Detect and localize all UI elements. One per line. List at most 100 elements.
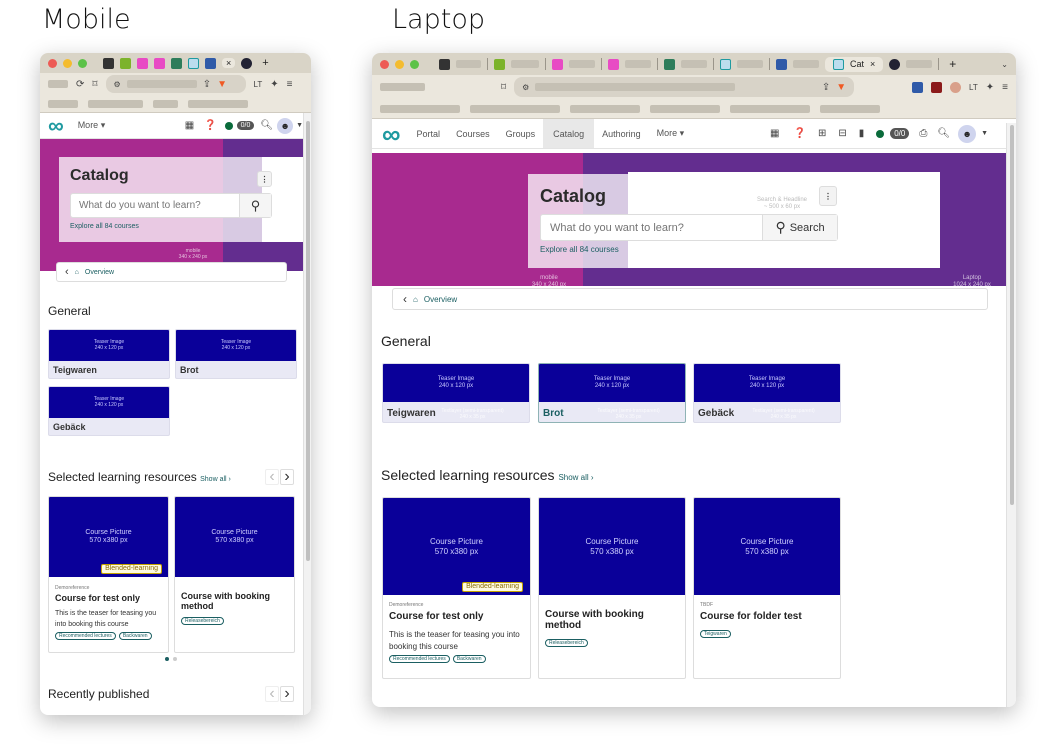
tab-favicon-icon[interactable] (241, 57, 253, 69)
tab-favicon-icon[interactable] (776, 58, 787, 70)
search-icon[interactable]: 🔍︎ (937, 128, 950, 139)
zoom-window-icon[interactable] (78, 58, 87, 68)
search-input[interactable] (541, 215, 762, 240)
breadcrumb-overview[interactable]: Overview (85, 269, 114, 276)
course-card[interactable]: Course Picture 570 x380 px TBDF Course fo… (693, 497, 841, 679)
course-tag[interactable]: Backwaren (118, 632, 152, 640)
show-all-link[interactable]: Show all › (200, 476, 231, 483)
tab-favicon-icon[interactable] (552, 58, 563, 70)
nav-portal[interactable]: Portal (409, 119, 449, 148)
nav-more[interactable]: More ▾ (649, 119, 693, 148)
active-tab-close-icon[interactable]: × (222, 58, 236, 68)
tab-favicon-icon[interactable] (720, 58, 731, 70)
carousel-prev-button[interactable]: ‹ (265, 685, 279, 702)
course-card[interactable]: Course Picture 570 x380 px Course with bo… (174, 496, 295, 653)
layout-icon[interactable]: ⊟ (838, 128, 846, 139)
tab-favicon-icon[interactable] (171, 57, 182, 69)
course-tag[interactable]: Releasebereich (545, 639, 588, 647)
tab-favicon-icon[interactable] (664, 58, 675, 70)
new-tab-button[interactable]: + (949, 57, 956, 71)
course-card[interactable]: Course Picture 570 x380 px Blended-learni… (48, 496, 169, 653)
puzzle-icon[interactable]: ✦ (986, 82, 994, 93)
share-icon[interactable]: ⇪ (203, 79, 211, 90)
scrollbar[interactable] (303, 113, 311, 715)
brave-shield-icon[interactable]: ▼ (217, 79, 227, 90)
extension-icon[interactable] (950, 81, 962, 93)
close-window-icon[interactable] (48, 58, 57, 68)
counter-badge[interactable]: 0/0 (890, 128, 910, 139)
extension-icon[interactable]: LT (254, 80, 263, 89)
url-field[interactable]: ⚙ ⇪ ▼ (514, 77, 855, 97)
grid-icon[interactable]: ⊞ (818, 128, 826, 139)
tab-favicon-icon[interactable] (188, 57, 199, 69)
nav-groups[interactable]: Groups (498, 119, 544, 148)
tab-close-icon[interactable]: × (870, 59, 875, 69)
category-card[interactable]: Teaser Image 240 x 120 px Textlayer (semi… (382, 363, 530, 423)
menu-icon[interactable]: ≡ (287, 79, 293, 90)
chevron-down-icon[interactable]: ▼ (981, 130, 988, 137)
search-button[interactable]: ⚲ (239, 194, 271, 217)
tab-favicon-icon[interactable] (137, 57, 148, 69)
more-options-button[interactable]: ⋮ (257, 171, 272, 187)
tab-favicon-icon[interactable] (889, 58, 901, 70)
tab-favicon-icon[interactable] (120, 57, 131, 69)
share-icon[interactable]: ⇪ (822, 82, 830, 93)
category-card[interactable]: Teaser Image 240 x 120 px Textlayer (semi… (538, 363, 686, 423)
search-input[interactable] (71, 194, 239, 217)
category-card[interactable]: Teaser Image 240 x 120 px Textlayer (semi… (693, 363, 841, 423)
course-card[interactable]: Course Picture 570 x380 px Course with bo… (538, 497, 686, 679)
nav-catalog[interactable]: Catalog (543, 119, 595, 148)
carousel-dot[interactable] (173, 657, 177, 661)
counter-badge[interactable]: 0/0 (236, 121, 255, 130)
carousel-next-button[interactable]: › (280, 468, 294, 485)
close-window-icon[interactable] (380, 59, 389, 69)
bookmark-icon[interactable]: ⌑ (92, 79, 97, 90)
minimize-window-icon[interactable] (395, 59, 404, 69)
chevron-down-icon[interactable]: ▼ (296, 122, 303, 129)
menu-icon[interactable]: ≡ (1002, 82, 1008, 93)
zoom-window-icon[interactable] (410, 59, 419, 69)
logo-icon[interactable]: ∞ (382, 121, 401, 147)
print-icon[interactable]: ⎙ (919, 128, 927, 139)
category-card[interactable]: Teaser Image 240 x 120 px Teigwaren (48, 329, 170, 379)
nav-courses[interactable]: Courses (448, 119, 498, 148)
course-tag[interactable]: Backwaren (452, 655, 486, 663)
back-icon[interactable]: ‹ (403, 292, 407, 306)
search-button[interactable]: ⚲ Search (762, 215, 837, 240)
tab-favicon-icon[interactable] (608, 58, 619, 70)
nav-more[interactable]: More ▾ (70, 113, 114, 138)
reload-icon[interactable]: ⟳ (76, 79, 84, 90)
help-icon[interactable]: ❓ (793, 128, 805, 139)
breadcrumb-overview[interactable]: Overview (424, 295, 457, 304)
new-tab-button[interactable]: + (262, 57, 268, 69)
extension-icon[interactable]: LT (969, 83, 978, 92)
tab-favicon-icon[interactable] (205, 57, 216, 69)
scrollbar[interactable] (1006, 123, 1016, 707)
explore-all-link[interactable]: Explore all 84 courses (70, 223, 139, 230)
course-tag[interactable]: Recommended lectures (389, 655, 450, 663)
calendar-icon[interactable]: ▦ (185, 120, 194, 131)
course-tag[interactable]: Teigwaren (700, 630, 731, 638)
avatar[interactable]: ☻ (958, 124, 977, 143)
explore-all-link[interactable]: Explore all 84 courses (540, 245, 619, 254)
category-card[interactable]: Teaser Image 240 x 120 px Gebäck (48, 386, 170, 436)
carousel-next-button[interactable]: › (280, 685, 294, 702)
ublock-icon[interactable] (931, 81, 943, 93)
course-tag[interactable]: Recommended lectures (55, 632, 116, 640)
extension-icon[interactable] (912, 81, 924, 93)
brave-shield-icon[interactable]: ▼ (836, 82, 846, 93)
home-icon[interactable]: ⌂ (75, 269, 79, 276)
tab-favicon-icon[interactable] (154, 57, 165, 69)
category-card[interactable]: Teaser Image 240 x 120 px Brot (175, 329, 297, 379)
tab-favicon-icon[interactable] (103, 57, 114, 69)
tab-list-chevron-icon[interactable]: ⌄ (1001, 60, 1008, 69)
tab-favicon-icon[interactable] (439, 58, 450, 70)
url-field[interactable]: ⚙ ⇪ ▼ (105, 75, 246, 93)
logo-icon[interactable]: ∞ (48, 114, 64, 137)
more-options-button[interactable]: ⋮ (819, 186, 837, 206)
back-icon[interactable]: ‹ (65, 266, 69, 278)
search-icon[interactable]: 🔍︎ (260, 120, 273, 131)
nav-authoring[interactable]: Authoring (594, 119, 649, 148)
carousel-dot-active[interactable] (165, 657, 169, 661)
calendar-icon[interactable]: ▦ (770, 128, 779, 139)
